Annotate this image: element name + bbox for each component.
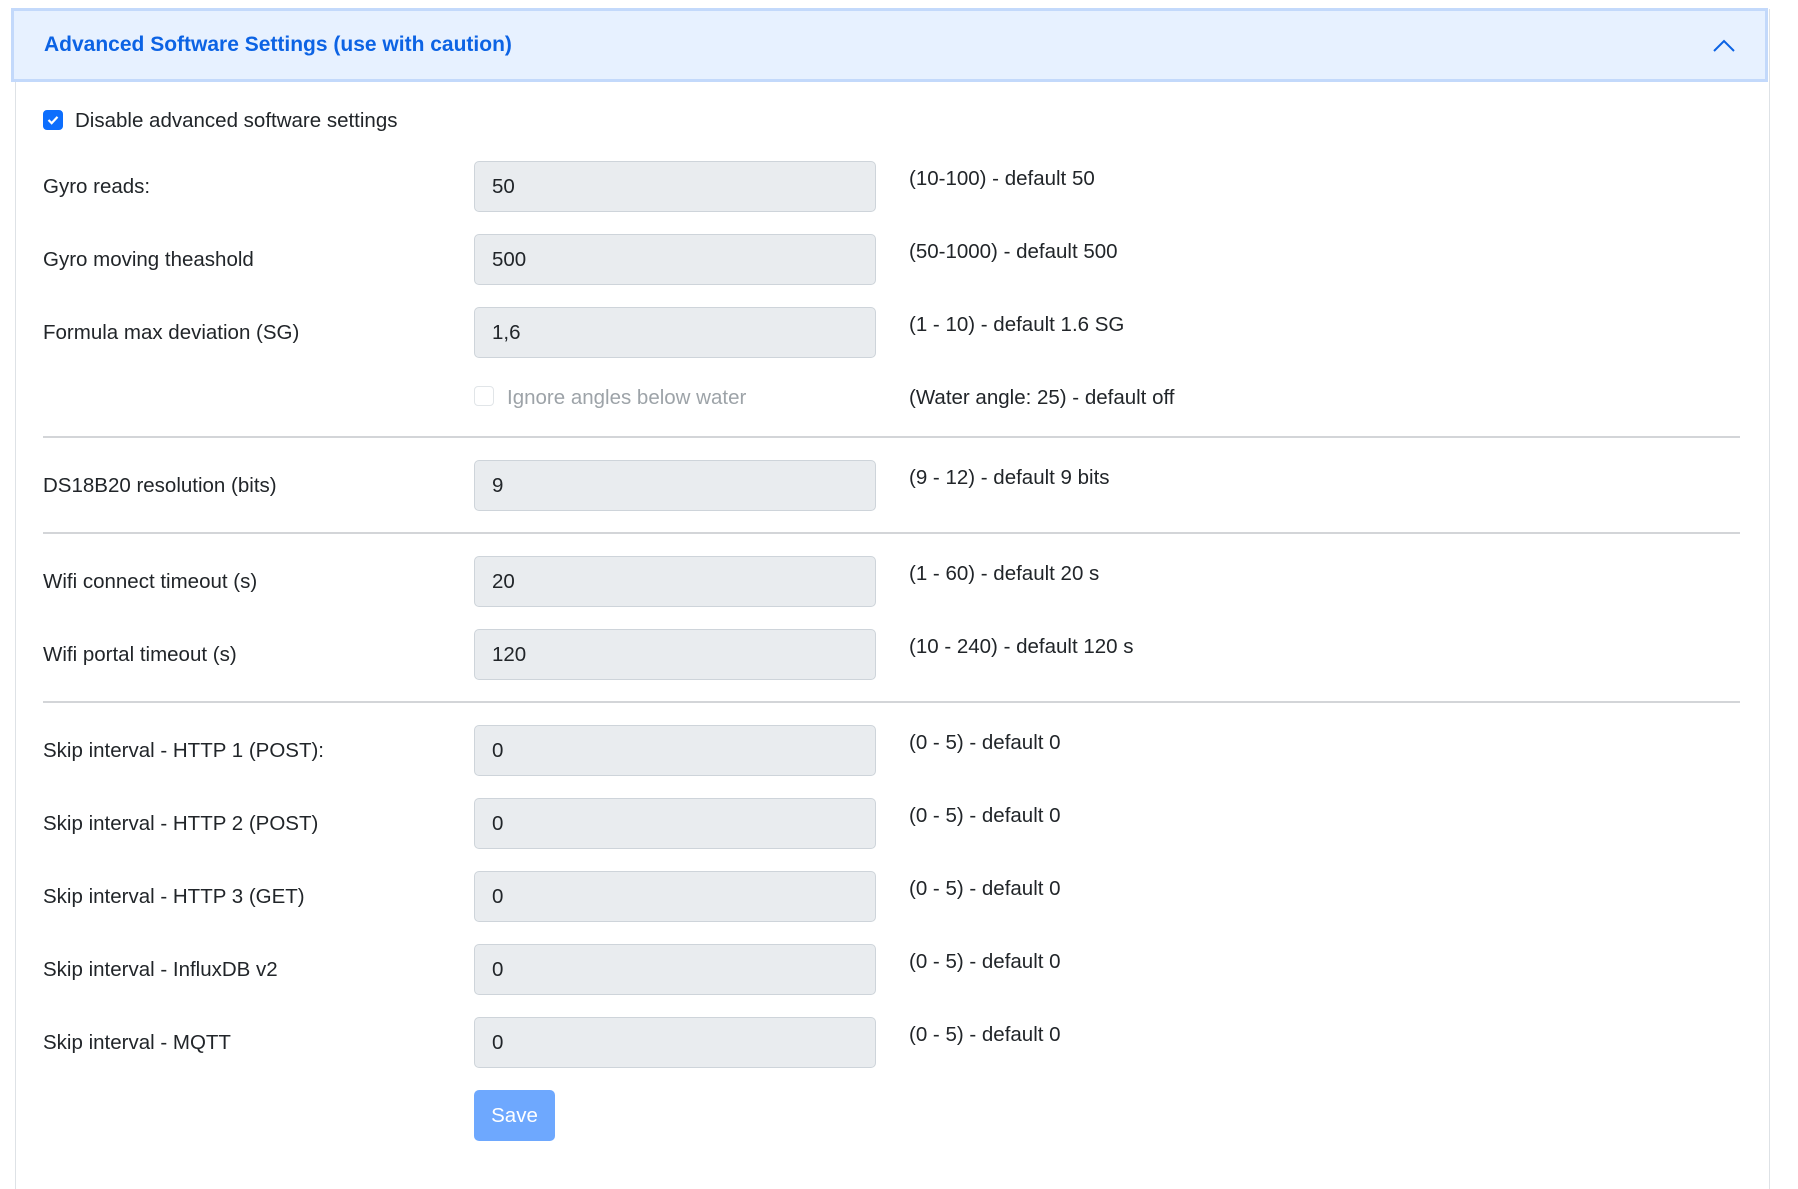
field-label: Wifi portal timeout (s) [43,643,237,666]
accordion-title: Advanced Software Settings (use with cau… [44,33,512,56]
check-icon [47,116,59,125]
field-help: (10 - 240) - default 120 s [909,635,1134,658]
wifi-portal-timeout-input[interactable]: 120 [474,629,876,680]
field-help: (1 - 60) - default 20 s [909,562,1100,585]
formula-max-deviation-input[interactable]: 1,6 [474,307,876,358]
field-help: (0 - 5) - default 0 [909,1023,1061,1046]
chevron-up-icon[interactable] [1713,35,1735,57]
field-label: Gyro moving theashold [43,248,254,271]
skip-influxdb-input[interactable]: 0 [474,944,876,995]
field-help: (0 - 5) - default 0 [909,877,1061,900]
field-help: (0 - 5) - default 0 [909,731,1061,754]
divider [43,701,1740,703]
field-label: Skip interval - MQTT [43,1031,231,1054]
ignore-angles-checkbox[interactable] [474,386,494,406]
field-label: Skip interval - HTTP 2 (POST) [43,812,319,835]
gyro-reads-input[interactable]: 50 [474,161,876,212]
field-help: (0 - 5) - default 0 [909,804,1061,827]
disable-advanced-label: Disable advanced software settings [75,109,398,132]
save-button[interactable]: Save [474,1090,555,1141]
skip-http1-input[interactable]: 0 [474,725,876,776]
disable-advanced-checkbox[interactable] [43,110,63,130]
field-help: (10-100) - default 50 [909,167,1095,190]
divider [43,436,1740,438]
wifi-connect-timeout-input[interactable]: 20 [474,556,876,607]
field-label: Skip interval - InfluxDB v2 [43,958,278,981]
field-help: (1 - 10) - default 1.6 SG [909,313,1125,336]
field-label: Formula max deviation (SG) [43,321,300,344]
skip-http2-input[interactable]: 0 [474,798,876,849]
field-label: Gyro reads: [43,175,151,198]
ds18b20-resolution-input[interactable]: 9 [474,460,876,511]
skip-mqtt-input[interactable]: 0 [474,1017,876,1068]
field-help: (9 - 12) - default 9 bits [909,466,1110,489]
field-label: Wifi connect timeout (s) [43,570,258,593]
field-help: (0 - 5) - default 0 [909,950,1061,973]
field-help: (50-1000) - default 500 [909,240,1118,263]
divider [43,532,1740,534]
ignore-angles-label: Ignore angles below water [507,386,747,409]
field-label: Skip interval - HTTP 1 (POST): [43,739,324,762]
field-label: DS18B20 resolution (bits) [43,474,277,497]
field-label: Skip interval - HTTP 3 (GET) [43,885,305,908]
ignore-angles-help: (Water angle: 25) - default off [909,386,1175,409]
settings-card [15,9,1770,1189]
gyro-moving-threshold-input[interactable]: 500 [474,234,876,285]
accordion-header[interactable]: Advanced Software Settings (use with cau… [11,8,1768,82]
skip-http3-input[interactable]: 0 [474,871,876,922]
